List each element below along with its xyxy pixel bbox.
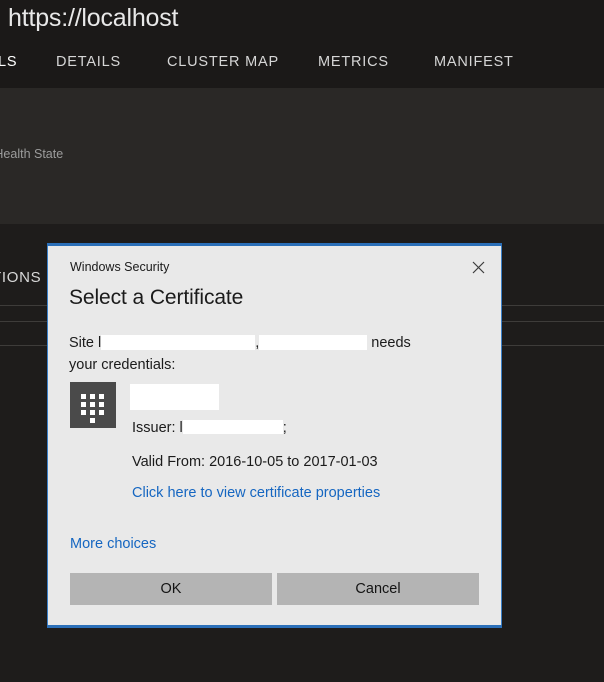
view-certificate-properties-link[interactable]: Click here to view certificate propertie… [132, 485, 380, 501]
certificate-validity: Valid From: 2016-10-05 to 2017-01-03 [132, 454, 378, 470]
site-credentials-prompt: Site l, needs your credentials: [69, 332, 484, 376]
dialog-bottom-accent [47, 625, 502, 628]
essentials-panel: th State lication Health State d Nodes [0, 88, 604, 224]
certificate-icon [70, 382, 116, 428]
site-prompt-suffix: needs [367, 335, 411, 351]
dialog-heading: Select a Certificate [69, 286, 244, 309]
tab-essentials[interactable]: LS [0, 54, 17, 70]
dialog-app-name: Windows Security [70, 260, 170, 274]
redacted-site-name-part2 [259, 335, 368, 350]
certificate-issuer-label: Issuer: l [132, 420, 183, 436]
redacted-certificate-issuer [182, 420, 283, 434]
section-heading-health-evaluations: HY EVALUATIONS [0, 269, 42, 286]
browser-url-text[interactable]: https://localhost [8, 4, 179, 33]
redacted-site-name-part1 [101, 335, 256, 350]
certificate-issuer-tail: ; [282, 420, 287, 436]
redacted-certificate-name[interactable] [130, 384, 219, 410]
tab-details[interactable]: DETAILS [56, 54, 121, 70]
dialog-titlebar: Windows Security [48, 247, 501, 281]
essentials-label-application-health-state: lication Health State [0, 147, 64, 161]
close-icon[interactable] [461, 253, 495, 281]
site-prompt-line2: your credentials: [69, 357, 176, 373]
tab-manifest[interactable]: MANIFEST [434, 54, 514, 70]
ok-button[interactable]: OK [70, 573, 272, 605]
cancel-button[interactable]: Cancel [277, 573, 479, 605]
tab-cluster-map[interactable]: CLUSTER MAP [167, 54, 279, 70]
certificate-selection-dialog: Windows Security Select a Certificate Si… [47, 243, 502, 628]
browser-titlebar: https://localhost [0, 0, 604, 44]
site-prompt-prefix: Site l [69, 335, 102, 351]
certificate-issuer: Issuer: l; [132, 420, 287, 436]
more-choices-link[interactable]: More choices [70, 536, 156, 552]
tab-metrics[interactable]: METRICS [318, 54, 389, 70]
tabstrip: LS DETAILS CLUSTER MAP METRICS MANIFEST [0, 44, 604, 119]
